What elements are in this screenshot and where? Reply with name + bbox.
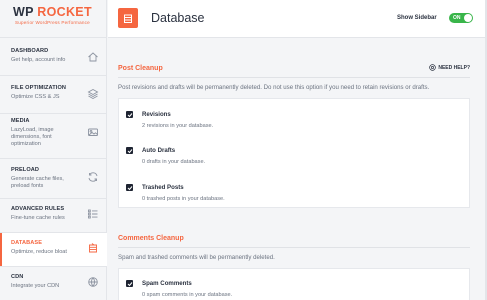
section-divider bbox=[118, 247, 470, 248]
option-label: Spam Comments bbox=[142, 280, 192, 287]
option-count: 0 trashed posts in your database. bbox=[142, 196, 225, 202]
page-title: Database bbox=[151, 11, 205, 25]
main-content: Database Show Sidebar ON Post Cleanup NE… bbox=[108, 0, 487, 300]
need-help-label: NEED HELP? bbox=[438, 64, 470, 71]
auto-drafts-checkbox[interactable] bbox=[126, 147, 133, 154]
wp-rocket-logo[interactable]: WP ROCKET Superior WordPress Performance bbox=[0, 0, 106, 37]
revisions-checkbox[interactable] bbox=[126, 111, 133, 118]
option-label: Trashed Posts bbox=[142, 184, 184, 191]
sidebar-item-subtitle: Optimize, reduce bloat bbox=[11, 248, 67, 255]
sidebar-item-subtitle: Fine-tune cache rules bbox=[11, 214, 65, 221]
refresh-icon bbox=[88, 172, 98, 182]
option-label: Revisions bbox=[142, 111, 171, 118]
sidebar-item-advanced-rules[interactable]: ADVANCED RULES Fine-tune cache rules bbox=[0, 198, 107, 232]
comments-cleanup-panel: Spam Comments 0 spam comments in your da… bbox=[118, 268, 470, 300]
sidebar-item-database[interactable]: DATABASE Optimize, reduce bloat bbox=[0, 232, 107, 266]
show-sidebar-label: Show Sidebar bbox=[397, 15, 437, 21]
sidebar-item-cdn[interactable]: CDN Integrate your CDN bbox=[0, 266, 107, 300]
image-icon bbox=[88, 128, 98, 136]
sidebar-item-subtitle: Get help, account info bbox=[11, 56, 66, 63]
sidebar-item-file-optimization[interactable]: FILE OPTIMIZATION Optimize CSS & JS bbox=[0, 75, 107, 113]
logo-suffix: ROCKET bbox=[37, 5, 92, 19]
layers-icon bbox=[87, 88, 99, 100]
sidebar-item-subtitle: Integrate your CDN bbox=[11, 282, 60, 289]
sidebar-item-subtitle: Generate cache files, preload fonts bbox=[11, 175, 64, 189]
toggle-state: ON bbox=[453, 15, 461, 21]
logo-tagline: Superior WordPress Performance bbox=[15, 20, 90, 25]
sidebar-item-subtitle: Optimize CSS & JS bbox=[11, 93, 60, 100]
post-cleanup-description: Post revisions and drafts will be perman… bbox=[118, 84, 430, 91]
toggle-knob bbox=[464, 14, 472, 22]
cdn-icon bbox=[88, 277, 98, 287]
option-count: 2 revisions in your database. bbox=[142, 123, 214, 129]
post-cleanup-title: Post Cleanup bbox=[118, 65, 163, 72]
help-icon bbox=[429, 64, 437, 71]
logo-prefix: WP bbox=[13, 5, 34, 19]
sidebar: WP ROCKET Superior WordPress Performance… bbox=[0, 0, 107, 300]
section-divider bbox=[118, 77, 470, 78]
home-icon bbox=[88, 52, 98, 62]
database-header-icon bbox=[118, 8, 138, 28]
comments-cleanup-title: Comments Cleanup bbox=[118, 235, 184, 242]
sidebar-item-preload[interactable]: PRELOAD Generate cache files, preload fo… bbox=[0, 158, 107, 198]
comments-cleanup-description: Spam and trashed comments will be perman… bbox=[118, 254, 275, 261]
sidebar-item-subtitle: LazyLoad, image dimensions, font optimiz… bbox=[11, 126, 54, 148]
spam-comments-checkbox[interactable] bbox=[126, 280, 133, 287]
need-help-link[interactable]: NEED HELP? bbox=[429, 64, 470, 71]
sidebar-item-dashboard[interactable]: DASHBOARD Get help, account info bbox=[0, 37, 107, 75]
option-count: 0 spam comments in your database. bbox=[142, 292, 233, 298]
sidebar-item-title: MEDIA bbox=[11, 118, 30, 124]
list-icon bbox=[88, 209, 98, 219]
option-count: 0 drafts in your database. bbox=[142, 159, 206, 165]
post-cleanup-panel: Revisions 2 revisions in your database. … bbox=[118, 98, 470, 208]
option-label: Auto Drafts bbox=[142, 147, 176, 154]
sidebar-item-media[interactable]: MEDIA LazyLoad, image dimensions, font o… bbox=[0, 113, 107, 158]
database-icon bbox=[89, 243, 97, 253]
show-sidebar-toggle[interactable]: ON bbox=[449, 13, 473, 23]
trashed-posts-checkbox[interactable] bbox=[126, 184, 133, 191]
page-header: Database Show Sidebar ON bbox=[108, 0, 487, 38]
